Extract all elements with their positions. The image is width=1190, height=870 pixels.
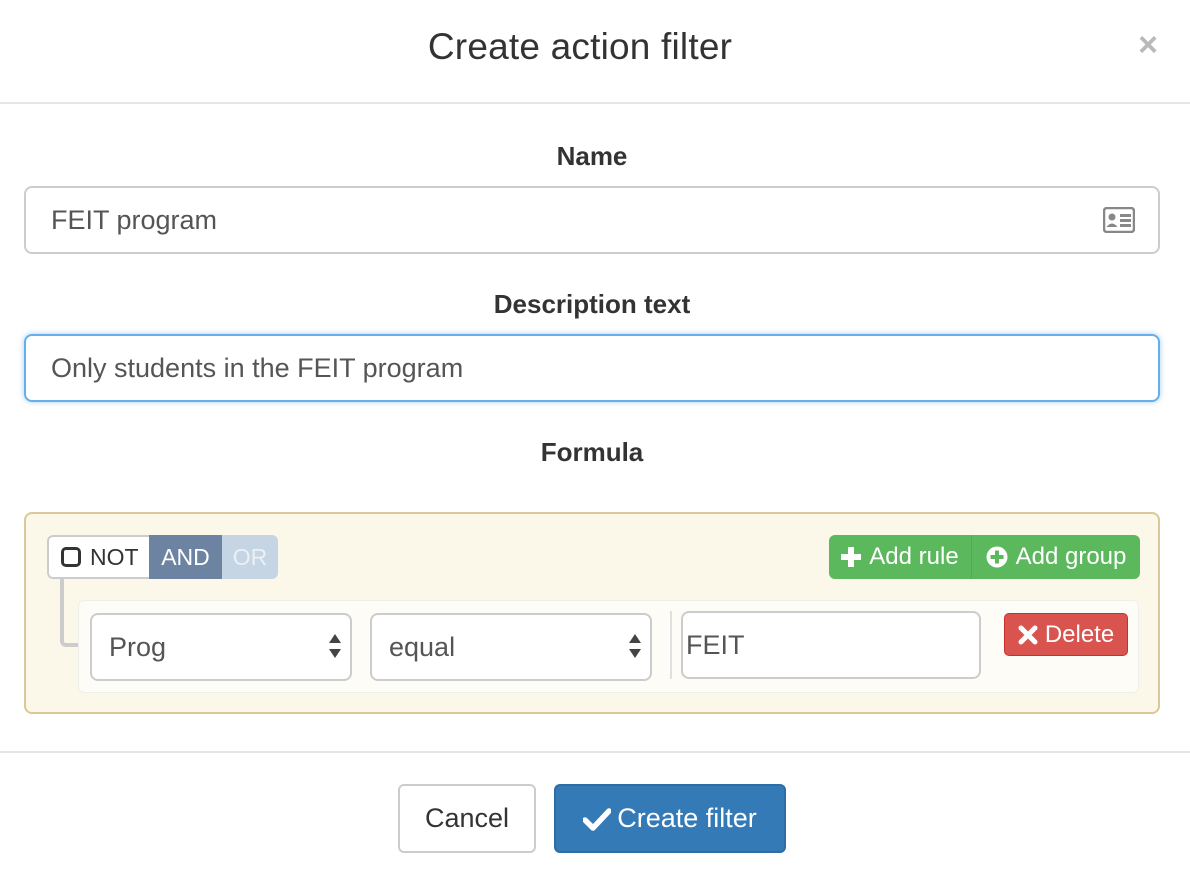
formula-label: Formula bbox=[540, 437, 644, 467]
rule-row: Prog equal FEIT Delete bbox=[78, 600, 1139, 693]
name-field[interactable]: FEIT program bbox=[24, 186, 1160, 254]
id-card-icon bbox=[1103, 207, 1135, 233]
condition-toggle: NOT AND OR bbox=[47, 535, 278, 579]
delete-rule-button[interactable]: Delete bbox=[1004, 613, 1128, 656]
description-value: Only students in the FEIT program bbox=[51, 353, 464, 383]
add-group-label: Add group bbox=[1015, 543, 1127, 570]
modal-header: Create action filter × bbox=[0, 0, 1190, 104]
add-group-button[interactable]: Add group bbox=[972, 535, 1140, 579]
delete-label: Delete bbox=[1044, 620, 1115, 648]
rule-divider bbox=[670, 611, 672, 679]
checkmark-icon bbox=[583, 807, 612, 831]
checkbox-empty-icon bbox=[61, 547, 81, 567]
dialog-title: Create action filter bbox=[427, 26, 733, 67]
and-button[interactable]: AND bbox=[149, 535, 222, 579]
query-builder-group: NOT AND OR Add rule Add group Prog equal… bbox=[24, 512, 1160, 714]
rule-value-input[interactable]: FEIT bbox=[681, 611, 981, 679]
footer-divider bbox=[0, 751, 1190, 753]
plus-circle-icon bbox=[986, 546, 1008, 568]
add-rule-button[interactable]: Add rule bbox=[829, 535, 972, 579]
add-rule-label: Add rule bbox=[869, 543, 959, 570]
not-toggle[interactable]: NOT bbox=[47, 535, 149, 579]
name-label: Name bbox=[556, 141, 628, 171]
operator-select-value: equal bbox=[389, 632, 456, 662]
sort-arrows-icon bbox=[629, 634, 641, 658]
not-label: NOT bbox=[90, 543, 139, 570]
or-button[interactable]: OR bbox=[222, 535, 278, 579]
rule-value: FEIT bbox=[686, 630, 745, 660]
close-icon[interactable]: × bbox=[1138, 26, 1158, 64]
remove-icon bbox=[1018, 625, 1038, 644]
create-filter-button[interactable]: Create filter bbox=[554, 784, 786, 853]
description-label: Description text bbox=[493, 289, 691, 319]
group-actions: Add rule Add group bbox=[829, 535, 1140, 579]
name-value: FEIT program bbox=[51, 205, 218, 235]
cancel-button[interactable]: Cancel bbox=[398, 784, 536, 853]
field-select-value: Prog bbox=[109, 632, 167, 662]
description-field[interactable]: Only students in the FEIT program bbox=[24, 334, 1160, 402]
operator-select[interactable]: equal bbox=[370, 613, 652, 681]
field-select[interactable]: Prog bbox=[90, 613, 352, 681]
tree-connector bbox=[60, 579, 80, 647]
create-filter-label: Create filter bbox=[617, 803, 757, 833]
sort-arrows-icon bbox=[329, 634, 341, 658]
plus-icon bbox=[841, 547, 862, 567]
